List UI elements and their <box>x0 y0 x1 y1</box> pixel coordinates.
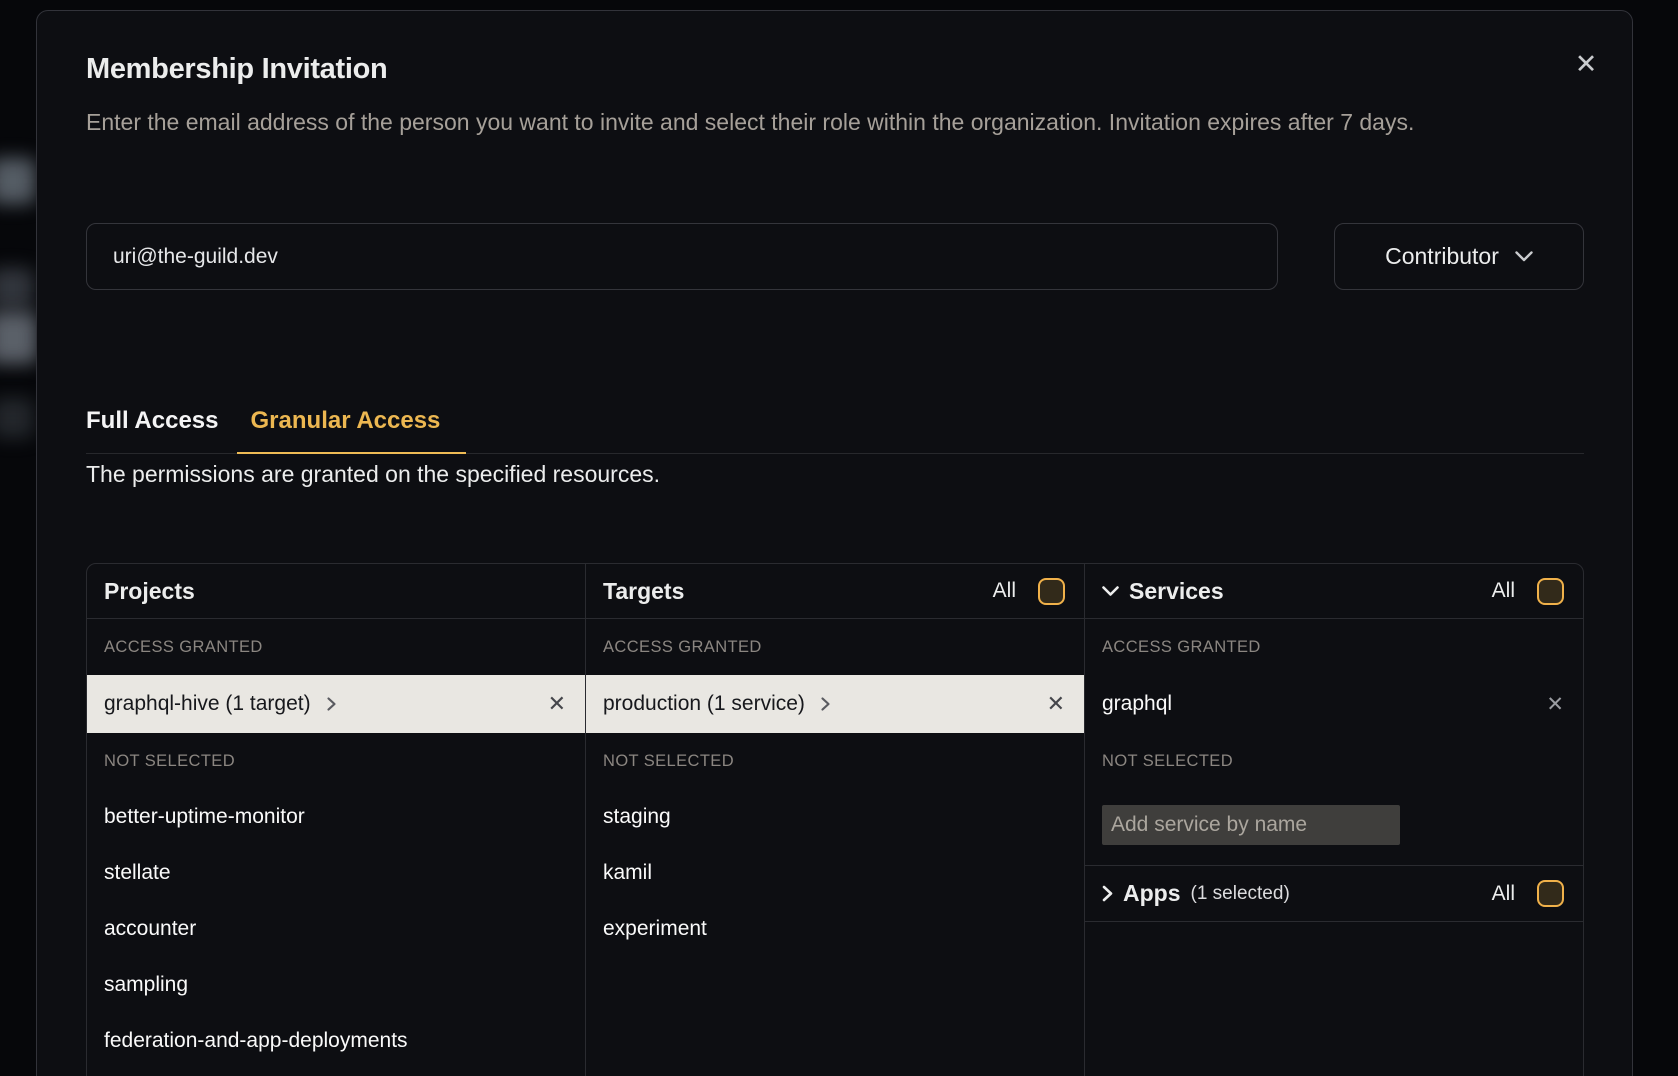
project-option[interactable]: federation-and-app-deployments <box>87 1013 585 1069</box>
services-access-granted-label: ACCESS GRANTED <box>1085 619 1583 675</box>
membership-invitation-dialog: ✕ Membership Invitation Enter the email … <box>36 10 1633 1076</box>
project-option[interactable]: sampling <box>87 957 585 1013</box>
targets-all-checkbox[interactable] <box>1038 578 1065 605</box>
services-header-label: Services <box>1129 578 1224 605</box>
services-column-header[interactable]: Services All <box>1085 564 1583 619</box>
chevron-down-icon <box>1102 586 1119 597</box>
access-tabs: Full Access Granular Access <box>86 407 1584 454</box>
service-granted-name: graphql <box>1102 692 1172 716</box>
targets-not-selected-label: NOT SELECTED <box>586 733 1084 789</box>
target-selected-name: production (1 service) <box>603 692 805 716</box>
apps-all-checkbox[interactable] <box>1537 880 1564 907</box>
apps-all-label: All <box>1492 882 1515 906</box>
remove-project-icon[interactable]: ✕ <box>548 692 566 717</box>
project-option[interactable]: better-uptime-monitor <box>87 789 585 845</box>
background-blur-fragment <box>0 158 36 204</box>
chevron-right-icon <box>819 695 832 713</box>
projects-header-label: Projects <box>104 578 195 605</box>
targets-access-granted-label: ACCESS GRANTED <box>586 619 1084 675</box>
resources-panel: Projects ACCESS GRANTED graphql-hive (1 … <box>86 563 1584 1076</box>
invite-email-input[interactable] <box>86 223 1278 290</box>
dialog-description: Enter the email address of the person yo… <box>86 105 1490 140</box>
add-service-input[interactable] <box>1102 805 1400 845</box>
projects-column: Projects ACCESS GRANTED graphql-hive (1 … <box>87 564 585 1076</box>
apps-section-row[interactable]: Apps (1 selected) All <box>1085 865 1583 922</box>
project-option[interactable]: stellate <box>87 845 585 901</box>
chevron-right-icon <box>1102 885 1113 902</box>
background-blur-fragment <box>0 398 34 438</box>
targets-all-label: All <box>993 579 1016 603</box>
background-blur-fragment <box>0 312 38 364</box>
apps-selected-count: (1 selected) <box>1191 883 1290 905</box>
services-all-label: All <box>1492 579 1515 603</box>
dialog-title: Membership Invitation <box>86 53 387 86</box>
targets-column-header: Targets All <box>586 564 1084 619</box>
projects-access-granted-label: ACCESS GRANTED <box>87 619 585 675</box>
projects-column-header: Projects <box>87 564 585 619</box>
targets-header-label: Targets <box>603 578 684 605</box>
close-icon[interactable]: ✕ <box>1569 47 1603 81</box>
services-column: Services All ACCESS GRANTED graphql ✕ NO… <box>1084 564 1583 1076</box>
chevron-right-icon <box>325 695 338 713</box>
target-option[interactable]: experiment <box>586 901 1084 957</box>
service-granted-row: graphql ✕ <box>1085 675 1583 733</box>
chevron-down-icon <box>1515 251 1533 262</box>
targets-column: Targets All ACCESS GRANTED production (1… <box>585 564 1084 1076</box>
tab-granular-access[interactable]: Granular Access <box>237 407 467 454</box>
project-option[interactable]: accounter <box>87 901 585 957</box>
role-select-value: Contributor <box>1385 243 1499 270</box>
services-not-selected-label: NOT SELECTED <box>1085 733 1583 789</box>
role-select[interactable]: Contributor <box>1334 223 1584 290</box>
background-blur-fragment <box>0 268 34 308</box>
target-option[interactable]: kamil <box>586 845 1084 901</box>
apps-header-label: Apps <box>1123 880 1181 907</box>
permissions-note: The permissions are granted on the speci… <box>86 461 660 488</box>
tab-full-access[interactable]: Full Access <box>86 407 219 453</box>
remove-service-icon[interactable]: ✕ <box>1546 692 1564 716</box>
project-selected-row[interactable]: graphql-hive (1 target) ✕ <box>87 675 585 733</box>
remove-target-icon[interactable]: ✕ <box>1047 692 1065 717</box>
services-all-checkbox[interactable] <box>1537 578 1564 605</box>
target-option[interactable]: staging <box>586 789 1084 845</box>
target-selected-row[interactable]: production (1 service) ✕ <box>586 675 1084 733</box>
project-selected-name: graphql-hive (1 target) <box>104 692 311 716</box>
projects-not-selected-label: NOT SELECTED <box>87 733 585 789</box>
